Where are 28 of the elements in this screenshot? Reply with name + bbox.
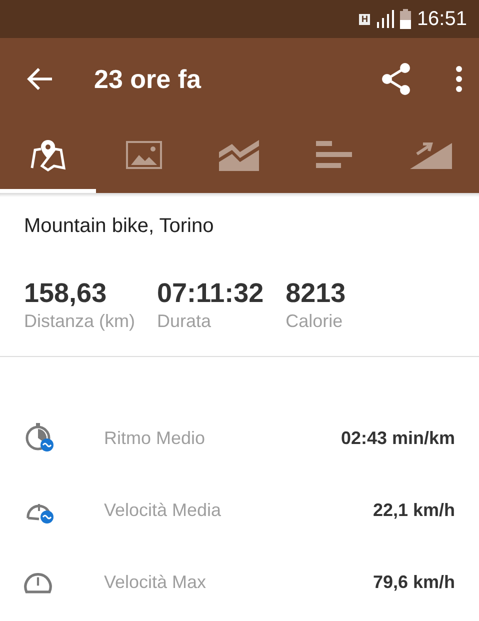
speedometer-icon bbox=[24, 570, 52, 594]
metric-value: 22,1 km/h bbox=[372, 500, 455, 520]
bars-icon bbox=[316, 140, 354, 168]
more-menu-button[interactable] bbox=[455, 66, 463, 92]
map-pin-icon bbox=[28, 138, 67, 172]
stat-value: 158,63 bbox=[24, 278, 108, 309]
area-chart-icon bbox=[218, 138, 260, 172]
metric-value: 02:43 min/km bbox=[340, 428, 455, 448]
stat-label: Distanza (km) bbox=[24, 311, 136, 332]
stat-value: 07:11:32 bbox=[157, 278, 264, 309]
stat-label: Calorie bbox=[286, 311, 344, 332]
stat-value: 8213 bbox=[286, 278, 346, 309]
stopwatch-icon bbox=[24, 422, 56, 454]
metric-label: Ritmo Medio bbox=[104, 428, 206, 448]
stat-label: Durata bbox=[157, 311, 212, 332]
toolbar-title: 23 ore fa bbox=[94, 64, 202, 94]
network-type-badge: H bbox=[359, 14, 370, 24]
back-button[interactable] bbox=[26, 67, 54, 91]
metric-label: Velocità Media bbox=[104, 500, 222, 520]
activity-title: Mountain bike, Torino bbox=[23, 214, 215, 238]
metric-label: Velocità Max bbox=[104, 572, 208, 592]
clock-time: 16:51 bbox=[416, 8, 467, 30]
metric-value: 79,6 km/h bbox=[372, 572, 455, 592]
image-icon bbox=[126, 140, 162, 168]
elevation-icon bbox=[409, 140, 454, 170]
signal-icon bbox=[376, 10, 394, 28]
battery-icon bbox=[400, 9, 411, 29]
share-button[interactable] bbox=[381, 63, 411, 95]
